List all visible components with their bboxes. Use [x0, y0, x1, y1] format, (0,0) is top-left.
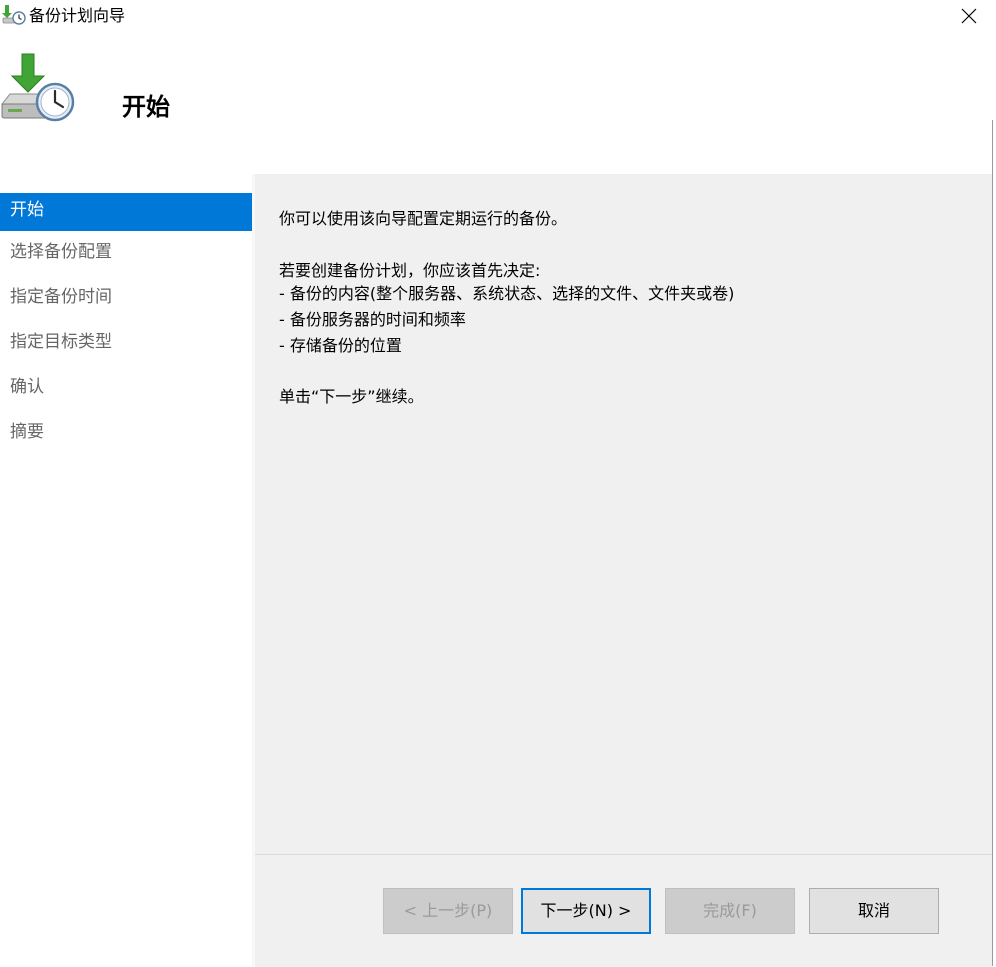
nav-item-specify-destination-type[interactable]: 指定目标类型	[0, 325, 252, 363]
nav-item-label: 开始	[10, 200, 44, 220]
close-button[interactable]	[946, 0, 992, 32]
nav-item-summary[interactable]: 摘要	[0, 415, 252, 453]
nav-item-confirm[interactable]: 确认	[0, 370, 252, 408]
backup-drive-clock-icon	[0, 50, 78, 128]
nav-item-select-backup-config[interactable]: 选择备份配置	[0, 235, 252, 273]
intro-text: 你可以使用该向导配置定期运行的备份。	[279, 209, 568, 228]
title-bar: 备份计划向导	[0, 0, 996, 32]
backup-schedule-icon	[2, 4, 26, 26]
close-icon	[961, 8, 977, 24]
page-title: 开始	[122, 93, 170, 121]
window-title: 备份计划向导	[29, 6, 126, 25]
nav-item-start[interactable]: 开始	[0, 193, 252, 231]
nav-item-label: 摘要	[10, 422, 44, 442]
bullet-item: - 备份的内容(整个服务器、系统状态、选择的文件、文件夹或卷)	[279, 284, 735, 303]
wizard-steps-nav: 开始 选择备份配置 指定备份时间 指定目标类型 确认 摘要	[0, 174, 252, 966]
bullet-item: - 存储备份的位置	[279, 336, 402, 355]
nav-item-label: 指定目标类型	[10, 332, 112, 352]
previous-button[interactable]: < 上一步(P)	[383, 888, 513, 934]
wizard-content: 你可以使用该向导配置定期运行的备份。 若要创建备份计划，你应该首先决定: - 备…	[255, 174, 992, 854]
nav-item-label: 指定备份时间	[10, 287, 112, 307]
window-border-line	[992, 120, 993, 966]
cancel-button[interactable]: 取消	[809, 888, 939, 934]
next-button[interactable]: 下一步(N) >	[521, 888, 651, 934]
finish-button[interactable]: 完成(F)	[665, 888, 795, 934]
bullet-item: - 备份服务器的时间和频率	[279, 310, 466, 329]
wizard-header: 开始	[0, 32, 992, 174]
nav-item-label: 确认	[10, 377, 44, 397]
nav-item-label: 选择备份配置	[10, 242, 112, 262]
nav-item-specify-backup-time[interactable]: 指定备份时间	[0, 280, 252, 318]
continue-text: 单击“下一步”继续。	[279, 387, 424, 406]
decide-heading: 若要创建备份计划，你应该首先决定:	[279, 261, 541, 280]
